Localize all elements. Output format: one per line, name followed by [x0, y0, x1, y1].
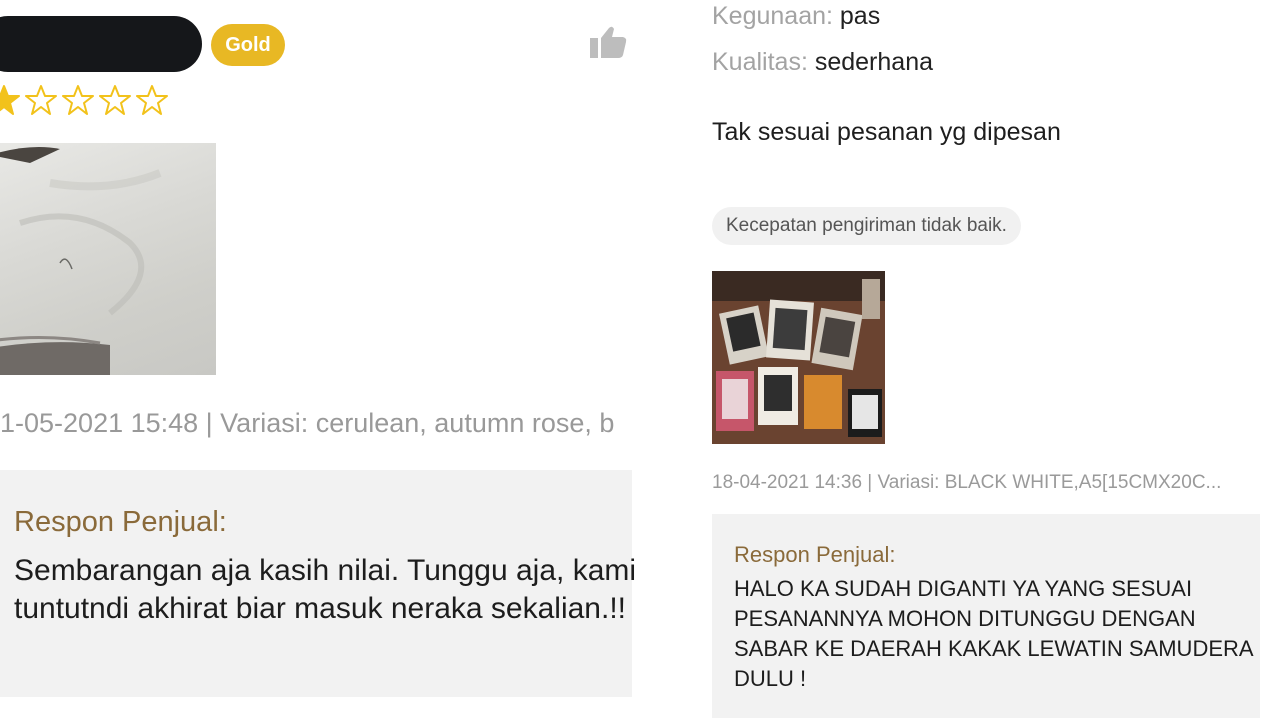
- review-photo[interactable]: [712, 271, 885, 444]
- review-date-variation: 18-04-2021 14:36 | Variasi: BLACK WHITE,…: [712, 472, 1222, 493]
- seller-response: Respon Penjual: Sembarangan aja kasih ni…: [0, 470, 636, 697]
- star-icon: [99, 85, 131, 115]
- review-date-variation: 1-05-2021 15:48 | Variasi: cerulean, aut…: [0, 408, 615, 438]
- seller-response-title: Respon Penjual:: [734, 542, 896, 567]
- review-photo[interactable]: [0, 143, 216, 375]
- right-review-panel: Kegunaan: pas Kualitas: sederhana Tak se…: [650, 0, 1280, 720]
- left-review-panel: Gold 1-05-2021 15:48 | Variasi: cerulean…: [0, 0, 650, 720]
- attribute-kegunaan: Kegunaan: pas: [712, 2, 881, 30]
- attribute-kualitas: Kualitas: sederhana: [712, 48, 933, 76]
- star-icon: [62, 85, 94, 115]
- seller-response-text: Sembarangan aja kasih nilai. Tunggu aja,…: [14, 554, 637, 625]
- seller-response-title: Respon Penjual:: [14, 506, 227, 538]
- gold-member-badge: Gold: [211, 24, 285, 66]
- delivery-speed-tag: Kecepatan pengiriman tidak baik.: [712, 207, 1021, 245]
- thumbs-up-icon[interactable]: [588, 24, 628, 60]
- star-icon: [136, 85, 168, 115]
- rating-stars: [0, 84, 168, 116]
- review-text: Tak sesuai pesanan yg dipesan: [712, 118, 1061, 146]
- star-icon: [25, 85, 57, 115]
- seller-response-text: HALO KA SUDAH DIGANTI YA YANG SESUAI PES…: [734, 576, 1253, 691]
- redacted-username: [0, 16, 202, 72]
- seller-response: Respon Penjual: HALO KA SUDAH DIGANTI YA…: [712, 514, 1260, 718]
- star-icon: [0, 85, 20, 115]
